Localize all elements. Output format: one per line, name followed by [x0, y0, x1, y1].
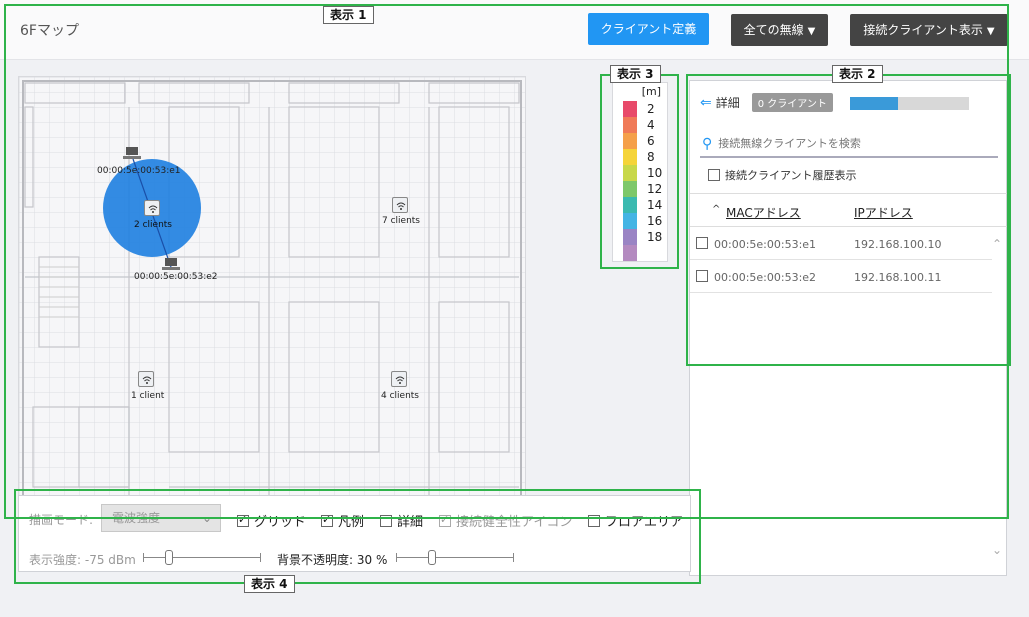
scroll-down-icon[interactable]: ⌄ [992, 543, 1002, 557]
callout-label-4: 表示 4 [244, 575, 295, 593]
callout-frame-3 [600, 74, 679, 269]
callout-frame-4 [14, 489, 701, 584]
callout-label-1: 表示 1 [323, 6, 374, 24]
callout-frame-2 [686, 74, 1011, 366]
callout-label-2: 表示 2 [832, 65, 883, 83]
callout-label-3: 表示 3 [610, 65, 661, 83]
